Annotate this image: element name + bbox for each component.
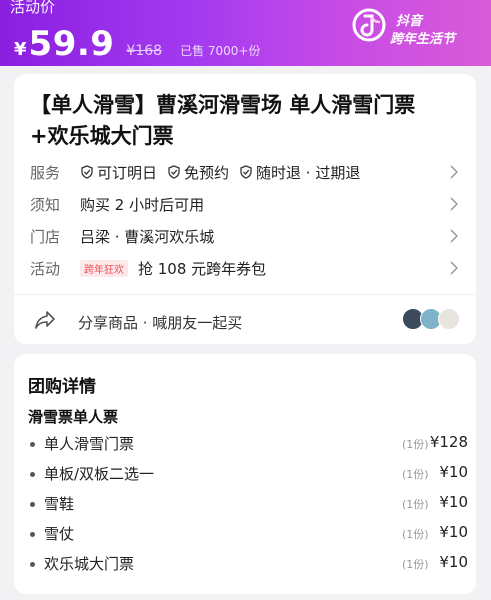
douyin-logo-icon — [352, 8, 386, 42]
info-key: 门店 — [30, 227, 61, 246]
bullet-icon — [30, 532, 35, 537]
item-name: 欢乐城大门票 — [44, 555, 135, 573]
info-row-service[interactable]: 服务 可订明日 免预约 随时退 · 过期退 — [30, 160, 470, 184]
chevron-right-icon — [450, 165, 458, 179]
price-row: ¥ 59.9 ¥168 已售 7000+份 — [14, 24, 260, 64]
bullet-icon — [30, 442, 35, 447]
info-value: 吕梁 · 曹溪河欢乐城 — [80, 227, 215, 246]
bullet-icon — [30, 502, 35, 507]
item-name: 单人滑雪门票 — [44, 435, 135, 453]
item-price: ¥10 — [439, 493, 468, 511]
list-item: 单板/双板二选一 (1份) ¥10 — [28, 462, 468, 486]
brand-line2: 跨年生活节 — [390, 32, 456, 47]
currency-symbol: ¥ — [14, 39, 27, 60]
info-row-store[interactable]: 门店 吕梁 · 曹溪河欢乐城 — [30, 224, 470, 248]
item-qty: (1份) — [402, 438, 429, 451]
chevron-right-icon — [450, 197, 458, 211]
item-price: ¥10 — [439, 463, 468, 481]
info-key: 活动 — [30, 259, 61, 278]
product-title: 【单人滑雪】曹溪河滑雪场 单人滑雪门票+欢乐城大门票 — [30, 93, 416, 148]
original-price: ¥168 — [126, 43, 163, 59]
item-price: ¥10 — [439, 523, 468, 541]
activity-value: 跨年狂欢 抢 108 元跨年券包 — [80, 258, 266, 279]
service-item: 免预约 — [167, 162, 229, 183]
group-title: 滑雪票单人票 — [28, 408, 119, 426]
info-row-activity[interactable]: 活动 跨年狂欢 抢 108 元跨年券包 — [30, 256, 470, 280]
info-value: 购买 2 小时后可用 — [80, 195, 205, 214]
bullet-icon — [30, 472, 35, 477]
info-key: 须知 — [30, 195, 61, 214]
info-key: 服务 — [30, 163, 61, 182]
activity-price-label: 活动价 — [10, 0, 56, 16]
avatar — [438, 308, 460, 330]
group-details-card: 团购详情 滑雪票单人票 单人滑雪门票 (1份) ¥128 单板/双板二选一 (1… — [14, 354, 476, 594]
section-title: 团购详情 — [28, 377, 96, 397]
share-text: 分享商品 · 喊朋友一起买 — [78, 314, 243, 332]
item-name: 单板/双板二选一 — [44, 465, 155, 483]
item-qty: (1份) — [402, 528, 429, 541]
check-circle-icon — [81, 165, 93, 179]
sold-count: 已售 7000+份 — [180, 44, 261, 58]
share-bar[interactable]: 分享商品 · 喊朋友一起买 — [14, 302, 476, 344]
item-name: 雪仗 — [44, 525, 75, 543]
item-price: ¥128 — [429, 433, 468, 451]
festival-brand: 抖音 跨年生活节 — [352, 6, 484, 54]
promo-tag: 跨年狂欢 — [80, 259, 128, 277]
share-arrow-icon — [35, 311, 55, 329]
divider — [14, 294, 476, 295]
item-qty: (1份) — [402, 498, 429, 511]
list-item: 单人滑雪门票 (1份) ¥128 — [28, 432, 468, 456]
service-label: 免预约 — [184, 163, 230, 182]
service-list: 可订明日 免预约 随时退 · 过期退 — [80, 162, 370, 183]
brand-line1: 抖音 — [396, 14, 423, 29]
info-value: 抢 108 元跨年券包 — [138, 259, 267, 278]
service-label: 可订明日 — [97, 163, 158, 182]
chevron-right-icon — [450, 261, 458, 275]
service-item: 随时退 · 过期退 — [239, 162, 360, 183]
list-item: 雪仗 (1份) ¥10 — [28, 522, 468, 546]
list-item: 雪鞋 (1份) ¥10 — [28, 492, 468, 516]
friend-avatars — [402, 308, 462, 332]
info-row-notice[interactable]: 须知 购买 2 小时后可用 — [30, 192, 470, 216]
item-qty: (1份) — [402, 468, 429, 481]
service-item: 可订明日 — [80, 162, 157, 183]
chevron-right-icon — [450, 229, 458, 243]
current-price: 59.9 — [28, 24, 115, 64]
list-item: 欢乐城大门票 (1份) ¥10 — [28, 552, 468, 576]
service-label: 随时退 · 过期退 — [256, 163, 361, 182]
bullet-icon — [30, 562, 35, 567]
item-price: ¥10 — [439, 553, 468, 571]
product-card: 【单人滑雪】曹溪河滑雪场 单人滑雪门票+欢乐城大门票 服务 可订明日 免预约 随… — [14, 74, 476, 344]
item-name: 雪鞋 — [44, 495, 75, 513]
check-circle-icon — [168, 165, 180, 179]
check-circle-icon — [240, 165, 252, 179]
item-qty: (1份) — [402, 558, 429, 571]
price-header: 活动价 ¥ 59.9 ¥168 已售 7000+份 抖音 跨年生活节 — [0, 0, 491, 66]
